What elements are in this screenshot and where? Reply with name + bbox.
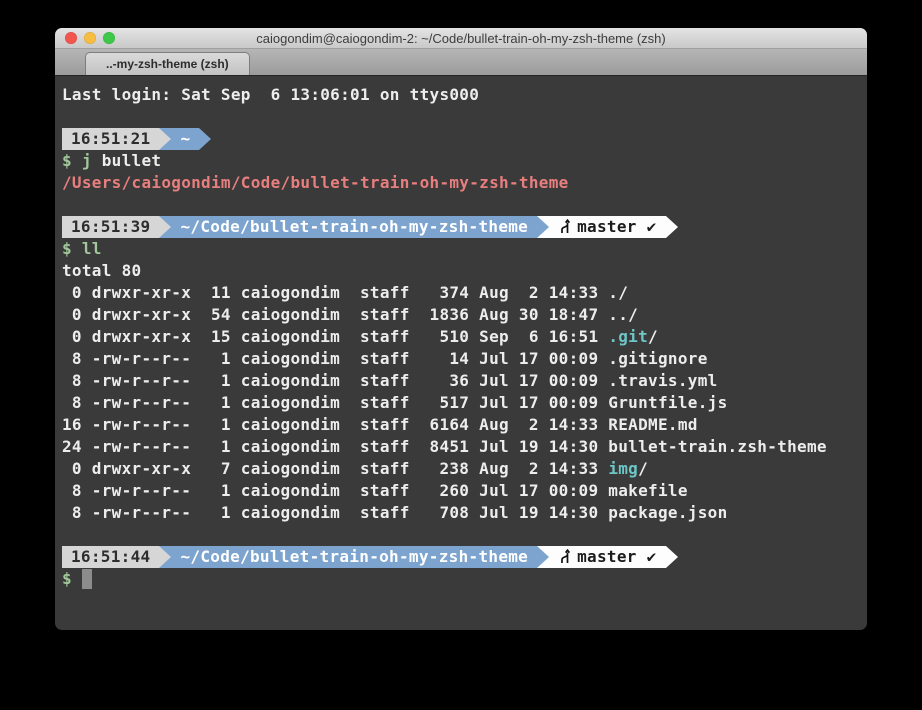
- terminal-line: [62, 194, 860, 216]
- terminal-line: 8 -rw-r--r-- 1 caiogondim staff 708 Jul …: [62, 502, 860, 524]
- prompt-segment-path: ~/Code/bullet-train-oh-my-zsh-theme: [171, 546, 537, 568]
- terminal-line: 8 -rw-r--r-- 1 caiogondim staff 517 Jul …: [62, 392, 860, 414]
- powerline-arrow-icon: [199, 128, 211, 150]
- text-run: 8 -rw-r--r-- 1 caiogondim staff 36 Jul 1…: [62, 370, 718, 392]
- text-run: 8 -rw-r--r-- 1 caiogondim staff 708 Jul …: [62, 502, 728, 524]
- powerline-arrow-icon: [666, 216, 678, 238]
- prompt-segment-text: 16:51:44: [71, 546, 150, 568]
- terminal-line: 8 -rw-r--r-- 1 caiogondim staff 260 Jul …: [62, 480, 860, 502]
- terminal-line: /Users/caiogondim/Code/bullet-train-oh-m…: [62, 172, 860, 194]
- terminal-line: $: [62, 568, 860, 590]
- text-run: Last login: Sat Sep 6 13:06:01 on ttys00…: [62, 84, 479, 106]
- prompt-segment-text: 16:51:21: [71, 128, 150, 150]
- terminal-line: 0 drwxr-xr-x 54 caiogondim staff 1836 Au…: [62, 304, 860, 326]
- text-run: 0 drwxr-xr-x 15 caiogondim staff 510 Sep…: [62, 326, 608, 348]
- terminal-line: 16 -rw-r--r-- 1 caiogondim staff 6164 Au…: [62, 414, 860, 436]
- text-run: $ ll: [62, 238, 102, 260]
- terminal-line: [62, 524, 860, 546]
- terminal-line: 16:51:39 ~/Code/bullet-train-oh-my-zsh-th…: [62, 216, 860, 238]
- terminal-line: [62, 106, 860, 128]
- text-run: /: [638, 458, 648, 480]
- traffic-lights: [65, 32, 115, 44]
- prompt-segment-text: ~/Code/bullet-train-oh-my-zsh-theme: [180, 546, 528, 568]
- zoom-button-icon[interactable]: [103, 32, 115, 44]
- text-run: 8 -rw-r--r-- 1 caiogondim staff 260 Jul …: [62, 480, 688, 502]
- prompt-segment-text: master ✔: [577, 546, 656, 568]
- powerline-arrow-icon: [159, 546, 171, 568]
- text-run: total 80: [62, 260, 141, 282]
- tab-active[interactable]: ..-my-zsh-theme (zsh): [85, 52, 250, 75]
- text-run: $ j: [62, 150, 92, 172]
- terminal-line: $ j bullet: [62, 150, 860, 172]
- text-run: 0 drwxr-xr-x 7 caiogondim staff 238 Aug …: [62, 458, 608, 480]
- prompt-segment-time: 16:51:21: [62, 128, 159, 150]
- desktop: { "window": { "title": "caiogondim@caiog…: [0, 0, 922, 710]
- prompt-segment-text: master ✔: [577, 216, 656, 238]
- prompt-segment-text: ~/Code/bullet-train-oh-my-zsh-theme: [180, 216, 528, 238]
- text-run: bullet: [92, 150, 162, 172]
- terminal-line: 0 drwxr-xr-x 15 caiogondim staff 510 Sep…: [62, 326, 860, 348]
- terminal-line: 16:51:21 ~: [62, 128, 860, 150]
- text-run: img: [608, 458, 638, 480]
- git-branch-icon: [558, 549, 571, 565]
- terminal-line: $ ll: [62, 238, 860, 260]
- prompt-segment-git: master ✔: [549, 216, 665, 238]
- prompt-segment-time: 16:51:44: [62, 546, 159, 568]
- terminal-line: Last login: Sat Sep 6 13:06:01 on ttys00…: [62, 84, 860, 106]
- powerline-arrow-icon: [537, 216, 549, 238]
- tab-bar: ..-my-zsh-theme (zsh): [55, 49, 867, 76]
- close-button-icon[interactable]: [65, 32, 77, 44]
- terminal-line: 0 drwxr-xr-x 7 caiogondim staff 238 Aug …: [62, 458, 860, 480]
- powerline-arrow-icon: [159, 216, 171, 238]
- text-run: 16 -rw-r--r-- 1 caiogondim staff 6164 Au…: [62, 414, 698, 436]
- tab-label: ..-my-zsh-theme (zsh): [106, 57, 229, 71]
- terminal-window: caiogondim@caiogondim-2: ~/Code/bullet-t…: [55, 28, 867, 630]
- text-cursor: [82, 569, 92, 589]
- terminal-line: 24 -rw-r--r-- 1 caiogondim staff 8451 Ju…: [62, 436, 860, 458]
- prompt-segment-time: 16:51:39: [62, 216, 159, 238]
- terminal-line: 8 -rw-r--r-- 1 caiogondim staff 36 Jul 1…: [62, 370, 860, 392]
- powerline-arrow-icon: [537, 546, 549, 568]
- text-run: 24 -rw-r--r-- 1 caiogondim staff 8451 Ju…: [62, 436, 827, 458]
- git-branch-icon: [558, 219, 571, 235]
- text-run: 8 -rw-r--r-- 1 caiogondim staff 517 Jul …: [62, 392, 728, 414]
- title-bar[interactable]: caiogondim@caiogondim-2: ~/Code/bullet-t…: [55, 28, 867, 49]
- prompt-segment-path: ~/Code/bullet-train-oh-my-zsh-theme: [171, 216, 537, 238]
- text-run: /: [648, 326, 658, 348]
- prompt-segment-text: ~: [180, 128, 190, 150]
- text-run: 0 drwxr-xr-x 11 caiogondim staff 374 Aug…: [62, 282, 628, 304]
- text-run: /Users/caiogondim/Code/bullet-train-oh-m…: [62, 172, 569, 194]
- text-run: $: [62, 568, 82, 590]
- text-run: .git: [608, 326, 648, 348]
- minimize-button-icon[interactable]: [84, 32, 96, 44]
- terminal-line: 16:51:44 ~/Code/bullet-train-oh-my-zsh-th…: [62, 546, 860, 568]
- prompt-segment-git: master ✔: [549, 546, 665, 568]
- powerline-arrow-icon: [666, 546, 678, 568]
- text-run: 0 drwxr-xr-x 54 caiogondim staff 1836 Au…: [62, 304, 638, 326]
- terminal-content[interactable]: Last login: Sat Sep 6 13:06:01 on ttys00…: [55, 76, 867, 630]
- terminal-line: 0 drwxr-xr-x 11 caiogondim staff 374 Aug…: [62, 282, 860, 304]
- powerline-arrow-icon: [159, 128, 171, 150]
- prompt-segment-text: 16:51:39: [71, 216, 150, 238]
- window-title: caiogondim@caiogondim-2: ~/Code/bullet-t…: [256, 31, 666, 46]
- terminal-line: 8 -rw-r--r-- 1 caiogondim staff 14 Jul 1…: [62, 348, 860, 370]
- terminal-line: total 80: [62, 260, 860, 282]
- prompt-segment-path: ~: [171, 128, 199, 150]
- text-run: 8 -rw-r--r-- 1 caiogondim staff 14 Jul 1…: [62, 348, 708, 370]
